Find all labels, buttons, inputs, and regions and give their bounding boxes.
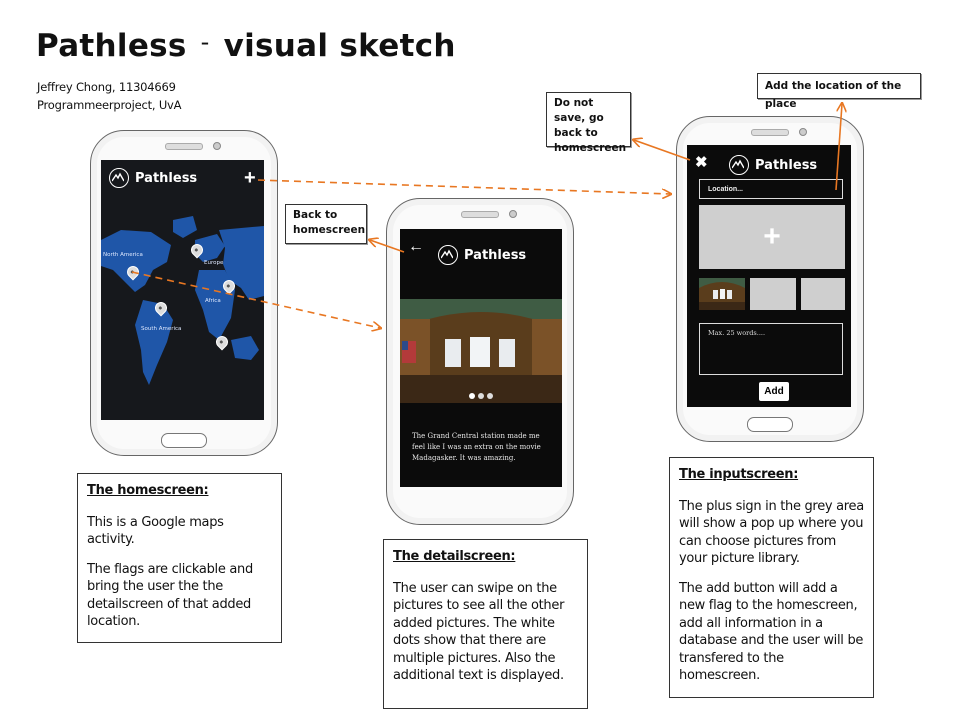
note-paragraph: The plus sign in the grey area will show… — [679, 498, 864, 567]
arrow-back-callout — [370, 240, 405, 253]
note-paragraph: The add button will add a new flag to th… — [679, 580, 864, 684]
note-paragraph: The flags are clickable and bring the us… — [87, 561, 253, 630]
note-heading: The homescreen: — [87, 483, 209, 498]
note-detailscreen: The detailscreen: The user can swipe on … — [383, 539, 588, 709]
note-paragraph: This is a Google maps activity. — [87, 514, 224, 548]
note-heading: The detailscreen: — [393, 549, 516, 564]
arrow-close-callout — [634, 140, 691, 161]
arrow-plus-to-input — [257, 179, 670, 194]
note-homescreen: The homescreen: This is a Google maps ac… — [77, 473, 282, 643]
arrow-flag-to-detail — [131, 271, 380, 328]
note-heading: The inputscreen: — [679, 467, 799, 482]
note-inputscreen: The inputscreen: The plus sign in the gr… — [669, 457, 874, 698]
arrow-location-callout — [835, 104, 842, 191]
note-paragraph: The user can swipe on the pictures to se… — [393, 580, 565, 684]
